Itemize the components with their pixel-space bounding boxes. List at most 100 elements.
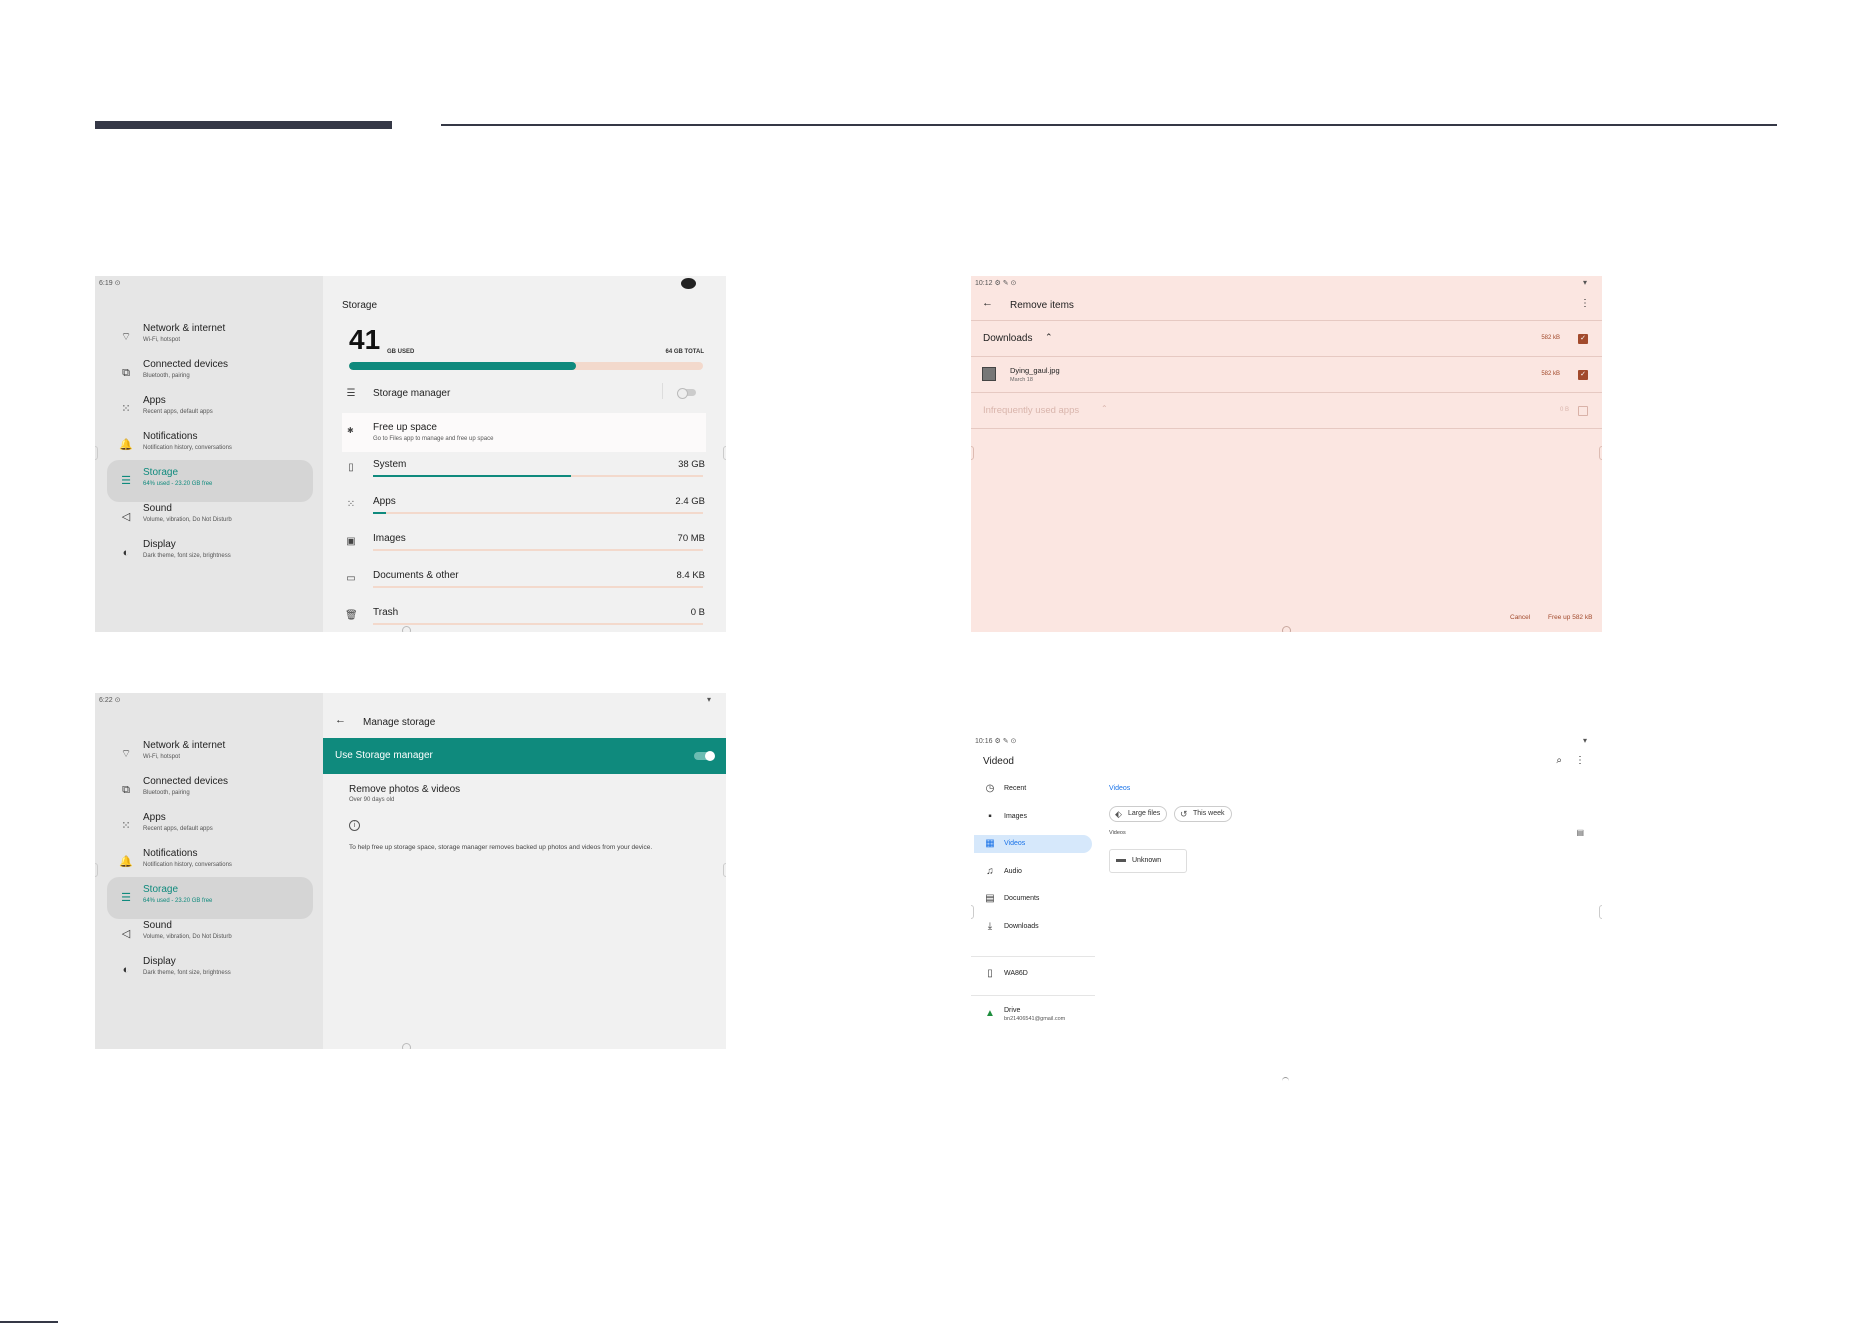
drive-label: Drive <box>1004 1007 1021 1014</box>
category-label[interactable]: Trash <box>373 607 398 618</box>
remove-photos-title[interactable]: Remove photos & videos <box>349 784 460 795</box>
category-bar <box>373 512 703 514</box>
cancel-button[interactable]: Cancel <box>1510 614 1530 621</box>
storage-main: Storage 41 GB USED 64 GB TOTAL ☰ Storage… <box>323 276 726 632</box>
free-up-button[interactable]: Free up 582 kB <box>1548 614 1592 621</box>
chevron-up-icon[interactable]: ⌃ <box>1045 332 1053 343</box>
files-nav-documents[interactable]: ▤ Documents <box>974 890 1092 908</box>
device-item[interactable]: ▯ WA86D <box>974 965 1092 983</box>
files-nav-audio[interactable]: ♫ Audio <box>974 863 1092 881</box>
files-nav-downloads[interactable]: ⤓ Downloads <box>974 918 1092 936</box>
devices-icon: ⧉ <box>122 367 130 379</box>
category-label[interactable]: System <box>373 459 406 470</box>
this-week-chip[interactable]: ↺ This week <box>1174 806 1232 822</box>
divider <box>971 428 1602 429</box>
edge-handle-left[interactable] <box>95 446 98 460</box>
edge-handle-left[interactable] <box>971 905 974 919</box>
phone-icon: ▯ <box>987 968 993 979</box>
files-nav-recent[interactable]: ◷ Recent <box>974 780 1092 798</box>
sidebar-item-label: Notifications <box>143 431 198 442</box>
app-title: Videod <box>983 756 1014 767</box>
storage-usage-fill <box>349 362 576 370</box>
sidebar-item-display[interactable]: ◐ Display Dark theme, font size, brightnes… <box>107 532 313 574</box>
info-icon: i <box>349 820 360 831</box>
storage-icon: ☰ <box>121 475 131 487</box>
drive-item[interactable]: ▲ Drive bn21406541@gmail.com <box>974 1005 1092 1027</box>
edge-handle-right[interactable] <box>723 863 726 877</box>
wifi-status-icon: ▾ <box>1582 278 1587 287</box>
footer-rule <box>0 1321 58 1323</box>
files-nav-videos[interactable]: ▦ Videos <box>974 835 1092 853</box>
sidebar-item-display[interactable]: ◐ Display Dark theme, font size, brightnes… <box>107 949 313 991</box>
edge-handle-right[interactable] <box>723 446 726 460</box>
category-label[interactable]: Images <box>373 533 406 544</box>
downloads-checkbox[interactable]: ✓ <box>1578 334 1588 344</box>
breadcrumb[interactable]: Videos <box>1109 785 1130 792</box>
files-nav-images[interactable]: ▪ Images <box>974 808 1092 826</box>
status-time: 6:22 ⊙ <box>99 697 121 704</box>
screenshot-manage-storage: 6:22 ⊙ ⌔ Network & internet Wi-Fi, hotspot… <box>95 693 726 1049</box>
images-icon: ▣ <box>346 536 356 547</box>
sidebar-item-label: Network & internet <box>143 740 226 751</box>
infrequent-checkbox[interactable] <box>1578 406 1588 416</box>
folder-unknown[interactable]: ▬ Unknown <box>1109 849 1187 873</box>
list-icon: ☰ <box>346 388 356 399</box>
audio-icon: ♫ <box>986 865 994 877</box>
category-label[interactable]: Apps <box>373 496 396 507</box>
storage-manager-label: Storage manager <box>373 388 451 399</box>
speaker-icon: ◁ <box>121 928 131 940</box>
storage-usage-bar <box>349 362 703 370</box>
tag-icon: ⬖ <box>1115 809 1122 819</box>
search-icon[interactable]: ⌕ <box>1556 755 1562 766</box>
sidebar-item-label: Notifications <box>143 848 198 859</box>
category-value: 8.4 KB <box>676 570 705 581</box>
divider <box>971 995 1095 996</box>
edge-handle-left[interactable] <box>95 863 98 877</box>
edge-handle-right[interactable] <box>1599 446 1602 460</box>
files-nav-label: Images <box>1004 812 1027 820</box>
category-value: 70 MB <box>677 533 705 544</box>
sidebar-item-label: Sound <box>143 503 172 514</box>
sidebar-item-label: Connected devices <box>143 776 229 787</box>
edge-handle-right[interactable] <box>1599 905 1602 919</box>
sidebar-item-label: Connected devices <box>143 359 229 370</box>
sidebar-item-sub: Notification history, conversations <box>143 862 232 868</box>
manage-storage-main: ▾ ← Manage storage Use Storage manager R… <box>323 693 726 1049</box>
bell-icon: 🔔 <box>119 439 133 451</box>
sparkle-icon: ✱ <box>347 426 354 435</box>
wifi-status-icon: ▾ <box>706 695 711 704</box>
more-options-icon[interactable]: ⋮ <box>1575 755 1585 766</box>
category-label[interactable]: Documents & other <box>373 570 459 581</box>
back-arrow-icon[interactable]: ← <box>982 297 993 309</box>
sidebar-item-sub: Wi-Fi, hotspot <box>143 754 181 760</box>
home-indicator <box>402 626 411 632</box>
sidebar-item-sub: Dark theme, font size, brightness <box>143 970 231 976</box>
drive-account: bn21406541@gmail.com <box>1004 1016 1066 1022</box>
files-nav-label: Documents <box>1004 895 1040 902</box>
storage-manager-toggle[interactable] <box>677 388 696 399</box>
file-name: Dying_gaul.jpg <box>1010 366 1060 375</box>
home-indicator <box>402 1043 411 1049</box>
sidebar-item-label: Apps <box>143 395 166 406</box>
sidebar-item-label: Storage <box>143 884 179 895</box>
sidebar-item-label: Display <box>143 956 176 967</box>
screenshot-remove-items: 10:12 ⚙ ✎ ⊙ ▾ ← Remove items ⋮ Downloads… <box>971 276 1602 632</box>
file-checkbox[interactable]: ✓ <box>1578 370 1588 380</box>
chevron-up-icon[interactable]: ⌃ <box>1101 404 1108 413</box>
use-storage-manager-bar[interactable]: Use Storage manager <box>323 738 726 774</box>
sidebar-item-sub: Recent apps, default apps <box>143 826 213 832</box>
category-bar <box>373 623 703 625</box>
apps-grid-icon: ⁙ <box>346 499 356 510</box>
free-up-space-item[interactable]: ✱ Free up space Go to Files app to manag… <box>342 413 706 452</box>
sidebar-item-label: Network & internet <box>143 323 226 334</box>
large-files-chip[interactable]: ⬖ Large files <box>1109 806 1168 822</box>
more-options-icon[interactable]: ⋮ <box>1580 298 1590 309</box>
display-icon: ◐ <box>122 964 130 976</box>
home-indicator <box>1282 626 1291 632</box>
list-view-icon[interactable]: ▤ <box>1576 828 1584 837</box>
use-storage-manager-toggle[interactable] <box>694 751 715 761</box>
header-accent-bar <box>95 121 392 129</box>
back-arrow-icon[interactable]: ← <box>335 714 346 726</box>
phone-icon: ▯ <box>348 462 354 473</box>
edge-handle-left[interactable] <box>971 446 974 460</box>
